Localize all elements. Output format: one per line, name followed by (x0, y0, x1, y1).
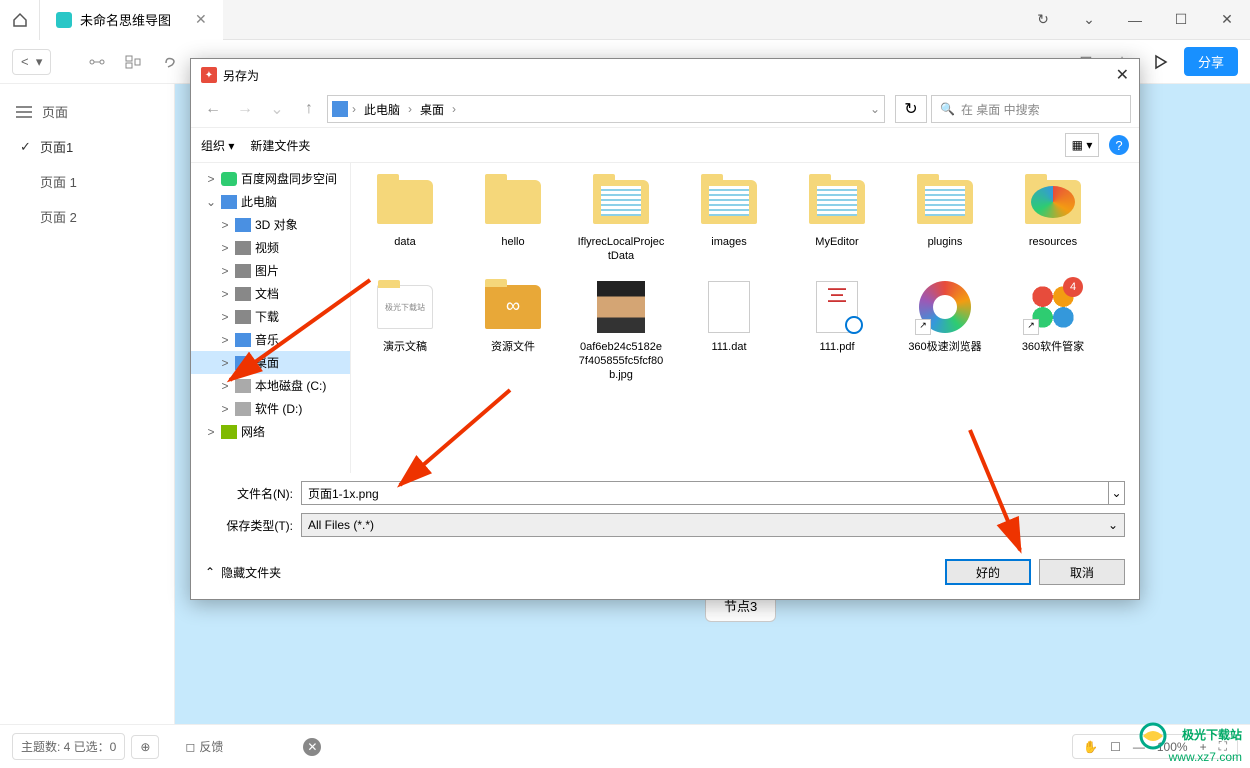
dialog-nav: ← → ⌄ ↑ › 此电脑 › 桌面 › ⌄ ↻ 🔍 在 桌面 中搜索 (191, 91, 1139, 127)
hide-folders-toggle[interactable]: ⌃ 隐藏文件夹 (205, 564, 281, 581)
tree-item[interactable]: >下载 (191, 305, 350, 328)
path-dropdown-icon[interactable]: ⌄ (870, 102, 880, 116)
file-grid[interactable]: datahelloIflyrecLocalProjectDataimagesMy… (351, 163, 1139, 473)
refresh-icon[interactable]: ↻ (1020, 0, 1066, 40)
cancel-button[interactable]: 取消 (1039, 559, 1125, 585)
dialog-body: >百度网盘同步空间⌄此电脑>3D 对象>视频>图片>文档>下载>音乐>桌面>本地… (191, 163, 1139, 473)
search-icon: 🔍 (940, 102, 955, 116)
view-mode-button[interactable]: ▦ ▾ (1065, 133, 1099, 157)
chevron-down-icon[interactable]: ⌄ (1066, 0, 1112, 40)
hand-tool-icon[interactable]: ✋ (1083, 740, 1098, 754)
dialog-footer: ⌃ 隐藏文件夹 好的 取消 (191, 549, 1139, 599)
tree-item[interactable]: >本地磁盘 (C:) (191, 374, 350, 397)
file-item[interactable]: ↗360极速浏览器 (901, 278, 989, 382)
topic-count: 主题数: 4 已选：0 (12, 733, 125, 760)
summary-icon[interactable] (119, 48, 147, 76)
pages-sidebar: 页面 页面1页面 1页面 2 (0, 84, 175, 724)
file-item[interactable]: ∞资源文件 (469, 278, 557, 382)
app-icon: ✦ (201, 67, 217, 83)
ok-button[interactable]: 好的 (945, 559, 1031, 585)
minimize-button[interactable]: — (1112, 0, 1158, 40)
file-item[interactable]: ▬▬▬▬▬▬▬▬111.pdf (793, 278, 881, 382)
sidebar-header: 页面 (0, 94, 174, 129)
folder-tree[interactable]: >百度网盘同步空间⌄此电脑>3D 对象>视频>图片>文档>下载>音乐>桌面>本地… (191, 163, 351, 473)
feedback-link[interactable]: ◻ 反馈 (185, 738, 223, 755)
file-item[interactable]: images (685, 173, 773, 264)
share-button[interactable]: 分享 (1184, 47, 1238, 76)
file-item[interactable]: IflyrecLocalProjectData (577, 173, 665, 264)
statusbar: 主题数: 4 已选：0 ⊕ ◻ 反馈 ✕ ✋ ☐ — 100% + ⛶ (0, 724, 1250, 768)
maximize-button[interactable]: ☐ (1158, 0, 1204, 40)
file-item[interactable]: 4↗360软件管家 (1009, 278, 1097, 382)
fit-icon[interactable]: ☐ (1110, 740, 1121, 754)
help-icon[interactable]: ? (1109, 135, 1129, 155)
chevron-up-icon: ⌃ (205, 565, 215, 579)
nav-history-icon[interactable]: ⌄ (263, 95, 291, 123)
file-item[interactable]: 0af6eb24c5182e7f405855fc5fcf80b.jpg (577, 278, 665, 382)
dialog-close-button[interactable]: ✕ (1116, 65, 1129, 85)
filename-input[interactable] (301, 481, 1109, 505)
monitor-icon (332, 101, 348, 117)
tab-title: 未命名思维导图 (80, 10, 171, 29)
nav-forward-icon[interactable]: → (231, 95, 259, 123)
filetype-dropdown-icon: ⌄ (1108, 518, 1118, 532)
feedback-icon: ◻ (185, 740, 195, 754)
file-item[interactable]: 极光下载站演示文稿 (361, 278, 449, 382)
home-button[interactable] (0, 0, 40, 40)
tree-item[interactable]: >软件 (D:) (191, 397, 350, 420)
nav-back-icon[interactable]: ← (199, 95, 227, 123)
refresh-button[interactable]: ↻ (895, 95, 927, 123)
nav-up-icon[interactable]: ↑ (295, 95, 323, 123)
dialog-toolbar: 组织 ▾ 新建文件夹 ▦ ▾ ? (191, 127, 1139, 163)
sidebar-page-item[interactable]: 页面 2 (0, 199, 174, 234)
tree-item[interactable]: >百度网盘同步空间 (191, 167, 350, 190)
organize-menu[interactable]: 组织 ▾ (201, 137, 234, 154)
new-folder-button[interactable]: 新建文件夹 (250, 137, 310, 154)
file-item[interactable]: MyEditor (793, 173, 881, 264)
document-tab[interactable]: 未命名思维导图 ✕ (40, 0, 223, 40)
tree-item[interactable]: ⌄此电脑 (191, 190, 350, 213)
tree-item[interactable]: >视频 (191, 236, 350, 259)
window-controls: ↻ ⌄ — ☐ ✕ (1020, 0, 1250, 40)
address-bar[interactable]: › 此电脑 › 桌面 › ⌄ (327, 95, 885, 123)
play-button[interactable] (1144, 46, 1176, 78)
file-item[interactable]: resources (1009, 173, 1097, 264)
filename-dropdown-icon[interactable]: ⌄ (1109, 481, 1125, 505)
sidebar-page-item[interactable]: 页面1 (0, 129, 174, 164)
relation-icon[interactable] (83, 48, 111, 76)
back-button[interactable]: < ▾ (12, 49, 51, 75)
attachment-icon[interactable] (155, 48, 183, 76)
close-button[interactable]: ✕ (1204, 0, 1250, 40)
close-hint-icon[interactable]: ✕ (303, 738, 321, 756)
file-item[interactable]: hello (469, 173, 557, 264)
dialog-title: 另存为 (223, 67, 259, 84)
dialog-inputs: 文件名(N): ⌄ 保存类型(T): All Files (*.*) ⌄ (191, 473, 1139, 549)
target-button[interactable]: ⊕ (131, 735, 159, 759)
tree-item[interactable]: >网络 (191, 420, 350, 443)
file-item[interactable]: 111.dat (685, 278, 773, 382)
titlebar: 未命名思维导图 ✕ ↻ ⌄ — ☐ ✕ (0, 0, 1250, 40)
tree-item[interactable]: >图片 (191, 259, 350, 282)
save-as-dialog: ✦ 另存为 ✕ ← → ⌄ ↑ › 此电脑 › 桌面 › ⌄ ↻ 🔍 在 桌面 … (190, 58, 1140, 600)
filetype-combo[interactable]: All Files (*.*) ⌄ (301, 513, 1125, 537)
dialog-titlebar: ✦ 另存为 ✕ (191, 59, 1139, 91)
filetype-label: 保存类型(T): (205, 517, 301, 534)
file-item[interactable]: data (361, 173, 449, 264)
sidebar-page-item[interactable]: 页面 1 (0, 164, 174, 199)
watermark: 极光下载站 www.xz7.com (1133, 722, 1242, 764)
tab-close-icon[interactable]: ✕ (195, 11, 207, 28)
search-input[interactable]: 🔍 在 桌面 中搜索 (931, 95, 1131, 123)
filename-label: 文件名(N): (205, 485, 301, 502)
tab-icon (56, 12, 72, 28)
tree-item[interactable]: >文档 (191, 282, 350, 305)
tree-item[interactable]: >音乐 (191, 328, 350, 351)
tree-item[interactable]: >3D 对象 (191, 213, 350, 236)
list-icon (16, 105, 32, 119)
tree-item[interactable]: >桌面 (191, 351, 350, 374)
file-item[interactable]: plugins (901, 173, 989, 264)
